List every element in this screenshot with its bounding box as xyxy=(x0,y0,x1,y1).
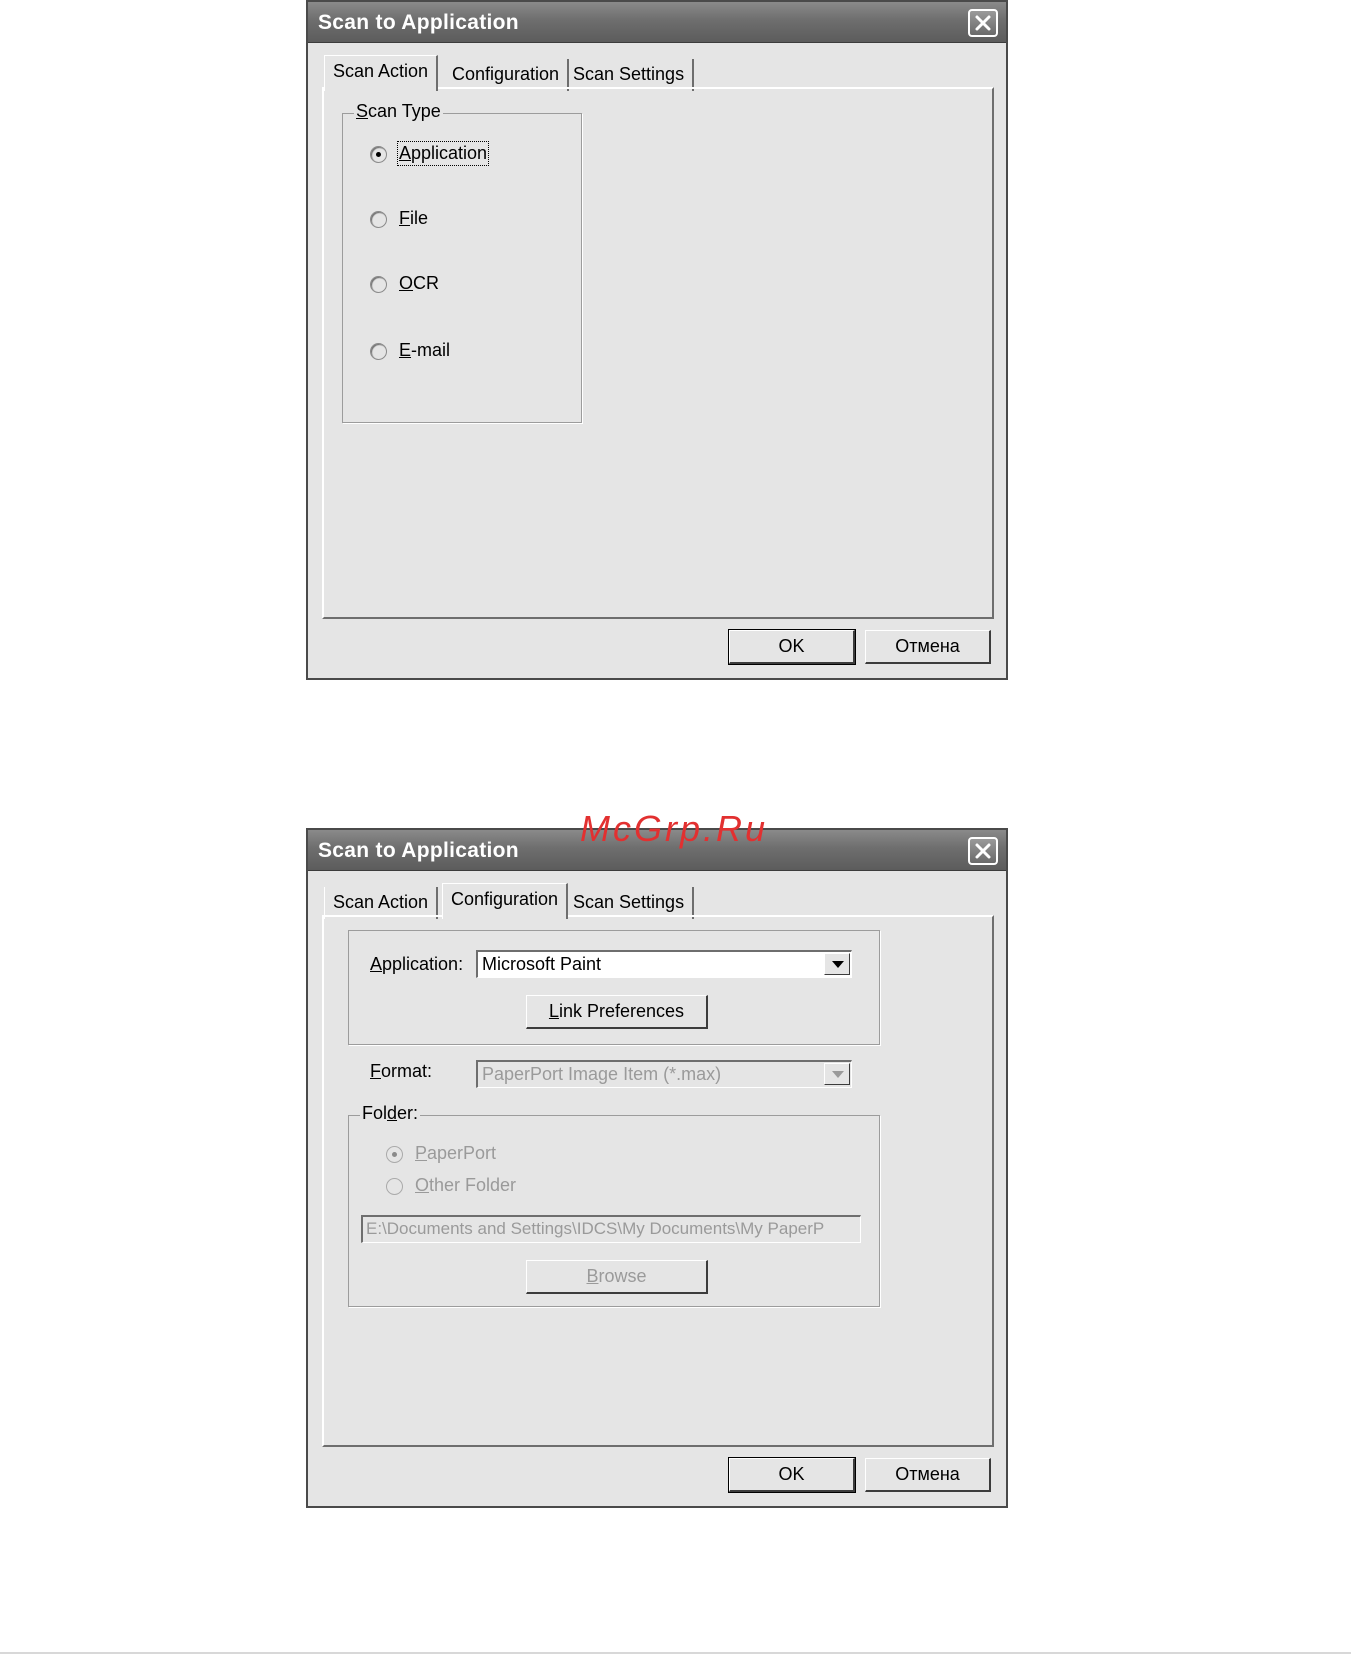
ok-label: OK xyxy=(778,636,805,656)
page-divider xyxy=(0,1652,1351,1654)
close-button[interactable] xyxy=(968,9,998,37)
close-button[interactable] xyxy=(968,837,998,865)
radio-other-folder[interactable] xyxy=(386,1178,403,1195)
application-value: Microsoft Paint xyxy=(482,954,602,974)
tab-panel: Scan Type Application File OCR E-mail xyxy=(322,87,994,619)
dropdown-button[interactable] xyxy=(824,1063,850,1085)
folder-legend: Folder: xyxy=(360,1103,421,1124)
format-value: PaperPort Image Item (*.max) xyxy=(482,1064,722,1084)
chevron-down-icon xyxy=(832,961,844,968)
radio-email-label[interactable]: E-mail xyxy=(399,340,450,361)
radio-application-label[interactable]: Application xyxy=(396,141,490,166)
application-select[interactable]: Microsoft Paint xyxy=(476,950,852,978)
window-title: Scan to Application xyxy=(318,11,519,34)
window-title: Scan to Application xyxy=(318,839,519,862)
title-bar[interactable]: Scan to Application xyxy=(308,2,1006,43)
tab-configuration[interactable]: Configuration xyxy=(442,883,569,919)
scan-to-application-dialog-configuration: Scan to Application Scan Action Configur… xyxy=(306,828,1008,1508)
radio-ocr[interactable] xyxy=(370,276,387,293)
ok-button[interactable]: OK xyxy=(728,629,856,665)
radio-file-label[interactable]: File xyxy=(399,208,428,229)
watermark: McGrp.Ru xyxy=(580,808,769,849)
format-label: Format: xyxy=(370,1061,433,1081)
cancel-button[interactable]: Отмена xyxy=(865,630,991,664)
tab-label: Configuration xyxy=(452,64,560,84)
radio-paperport[interactable] xyxy=(386,1146,403,1163)
ok-label: OK xyxy=(778,1464,805,1484)
radio-file[interactable] xyxy=(370,211,387,228)
scan-to-application-dialog-scan-action: Scan to Application Scan Action Configur… xyxy=(306,0,1008,680)
browse-button[interactable]: Browse xyxy=(526,1260,708,1294)
radio-ocr-label[interactable]: OCR xyxy=(399,273,439,294)
close-icon xyxy=(975,15,991,31)
tab-scan-action[interactable]: Scan Action xyxy=(324,55,439,91)
folder-path-value: E:\Documents and Settings\IDCS\My Docume… xyxy=(366,1219,825,1238)
cancel-button[interactable]: Отмена xyxy=(865,1458,991,1492)
tab-label: Scan Action xyxy=(333,61,429,81)
cancel-label: Отмена xyxy=(895,636,960,656)
close-icon xyxy=(975,843,991,859)
link-preferences-button[interactable]: Link Preferences xyxy=(526,995,708,1029)
ok-button[interactable]: OK xyxy=(728,1457,856,1493)
format-select[interactable]: PaperPort Image Item (*.max) xyxy=(476,1060,852,1088)
tab-label: Scan Settings xyxy=(573,64,685,84)
application-label: Application: xyxy=(370,954,464,974)
radio-email[interactable] xyxy=(370,343,387,360)
radio-other-folder-label[interactable]: Other Folder xyxy=(415,1175,516,1196)
tab-label: Scan Action xyxy=(333,892,429,912)
tab-panel: Application: Microsoft Paint Link Prefer… xyxy=(322,915,994,1447)
cancel-label: Отмена xyxy=(895,1464,960,1484)
tab-label: Configuration xyxy=(451,889,559,909)
dropdown-button[interactable] xyxy=(824,953,850,975)
radio-application[interactable] xyxy=(370,146,387,163)
radio-paperport-label[interactable]: PaperPort xyxy=(415,1143,496,1164)
folder-path-field[interactable]: E:\Documents and Settings\IDCS\My Docume… xyxy=(361,1215,861,1243)
scan-type-legend: Scan Type xyxy=(354,101,443,122)
chevron-down-icon xyxy=(832,1071,844,1078)
tab-label: Scan Settings xyxy=(573,892,685,912)
